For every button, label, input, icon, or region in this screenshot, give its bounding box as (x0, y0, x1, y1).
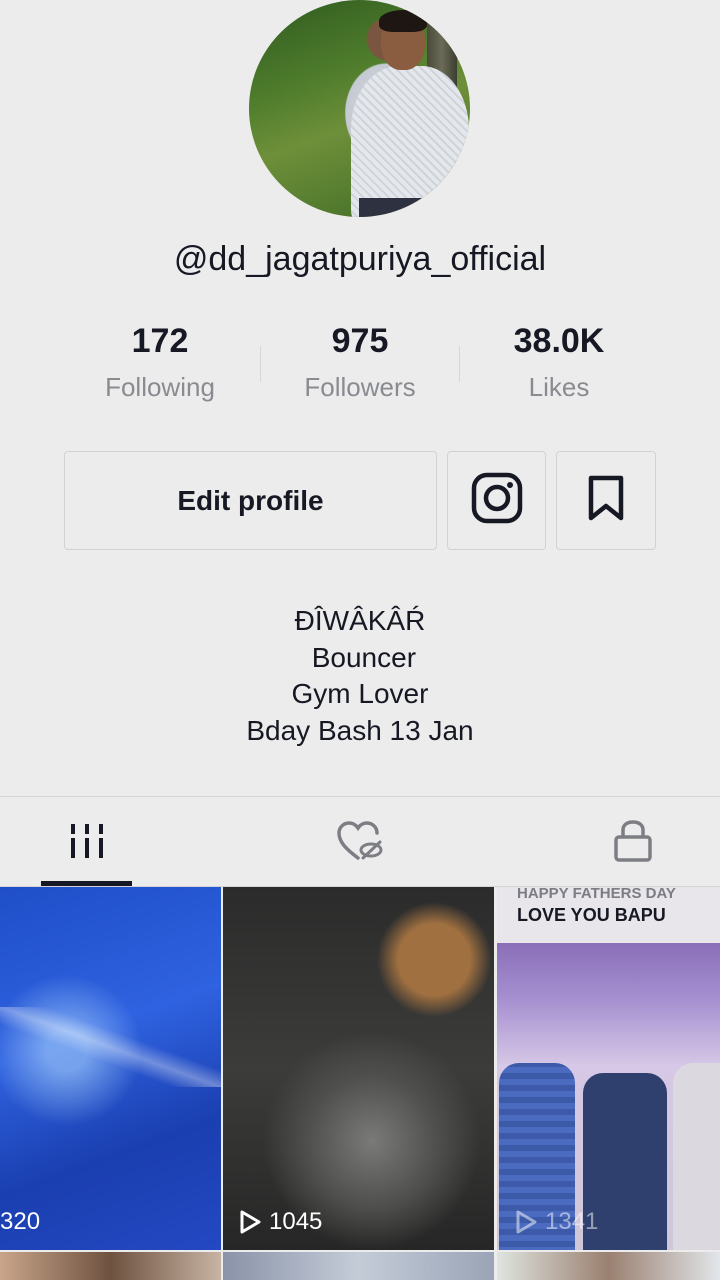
stat-following[interactable]: 172 Following (60, 318, 260, 408)
section-divider (0, 796, 720, 797)
avatar-figure-pants (359, 198, 429, 217)
video-thumbnail[interactable] (223, 1252, 494, 1280)
thumbnail-caption-top: HAPPY FATHERS DAY (517, 887, 676, 902)
view-count: 1045 (239, 1208, 322, 1236)
thumbnail-photo (497, 943, 720, 1250)
liked-hidden-icon (336, 820, 384, 867)
videos-grid-icon (69, 822, 105, 865)
view-count-value: 1341 (545, 1208, 599, 1235)
lock-icon (613, 819, 653, 868)
view-count: 1341 (515, 1208, 598, 1236)
likes-label: Likes (528, 372, 590, 402)
profile-avatar[interactable] (249, 0, 470, 217)
tab-videos[interactable] (41, 818, 132, 868)
bio-line: Gym Lover (291, 678, 429, 709)
stats-divider (260, 346, 261, 382)
photo-person (673, 1063, 720, 1250)
profile-bio: ĐÎWÂKÂŔ Bouncer Gym Lover Bday Bash 13 J… (0, 603, 720, 749)
stat-likes[interactable]: 38.0K Likes (459, 318, 659, 408)
edit-profile-button[interactable]: Edit profile (64, 451, 437, 550)
following-count: 172 (131, 322, 189, 360)
bio-line: Bday Bash 13 Jan (246, 714, 474, 746)
instagram-button[interactable] (447, 451, 546, 550)
video-thumbnail[interactable]: HAPPY FATHERS DAY LOVE YOU BAPU 1341 (497, 887, 720, 1250)
thumbnail-light-streak (0, 1007, 221, 1087)
view-count: 320 (0, 1208, 40, 1236)
thumbnail-caption: LOVE YOU BAPU (517, 905, 666, 925)
play-icon (516, 1210, 537, 1234)
stat-followers[interactable]: 975 Followers (260, 318, 460, 408)
video-thumbnail[interactable]: 1045 (223, 887, 494, 1250)
followers-count: 975 (331, 322, 389, 360)
following-label: Following (105, 372, 215, 402)
instagram-icon (471, 472, 523, 529)
video-thumbnail[interactable] (0, 1252, 221, 1280)
profile-stats: 172 Following 975 Followers 38.0K Likes (0, 318, 720, 418)
followers-label: Followers (304, 372, 416, 402)
bookmark-icon (587, 475, 625, 526)
tab-liked[interactable] (315, 818, 405, 868)
play-icon (240, 1210, 261, 1234)
bio-line: Bouncer (303, 641, 417, 673)
favorites-button[interactable] (556, 451, 656, 550)
avatar-figure-hair (379, 10, 427, 32)
view-count-value: 320 (0, 1208, 41, 1235)
video-thumbnail[interactable]: 320 (0, 887, 221, 1250)
avatar-figure-shirt (351, 66, 469, 217)
likes-count: 38.0K (513, 322, 605, 360)
stats-divider (459, 346, 460, 382)
video-thumbnail[interactable] (497, 1252, 720, 1280)
profile-username: @dd_jagatpuriya_official (173, 240, 547, 278)
view-count-value: 1045 (269, 1208, 323, 1235)
bio-line: ĐÎWÂKÂŔ (294, 605, 426, 636)
tab-private[interactable] (588, 818, 678, 868)
